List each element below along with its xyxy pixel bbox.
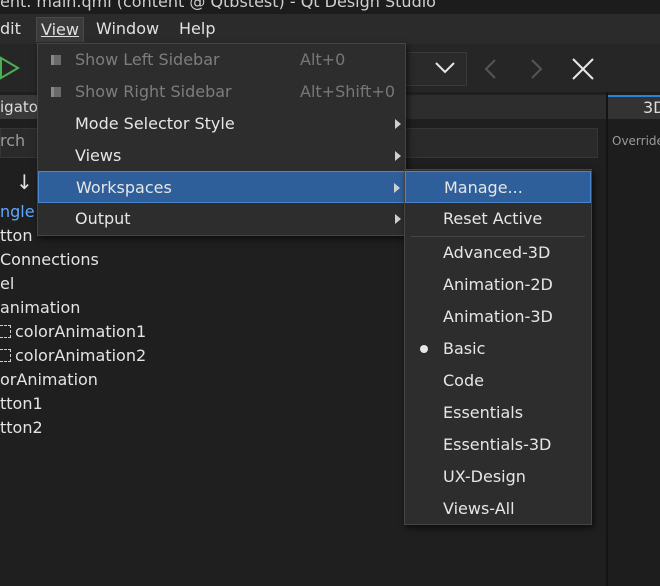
menu-item-label: Show Left Sidebar [75, 50, 220, 69]
tree-item-label: el [0, 274, 15, 293]
menu-item-label: Reset Active [443, 209, 543, 228]
menu-edit-label: dit [0, 19, 21, 38]
tree-item-label: Connections [0, 250, 99, 269]
submenu-arrow-icon [395, 119, 401, 129]
tree-item-label: tton [0, 226, 33, 245]
tree-item-label: animation [0, 298, 81, 317]
menu-item-output[interactable]: Output [38, 203, 405, 235]
menu-item-essentials[interactable]: Essentials [405, 397, 591, 429]
menu-item-advanced-3d[interactable]: Advanced-3D [405, 237, 591, 269]
checkbox-icon [51, 87, 61, 97]
forward-arrow-icon[interactable] [527, 58, 545, 80]
component-icon [0, 349, 11, 362]
menu-item-manage[interactable]: Manage... [405, 171, 591, 203]
menu-item-code[interactable]: Code [405, 365, 591, 397]
menu-item-label: Code [443, 371, 484, 390]
menu-bar: dit View Window Help [0, 14, 660, 44]
menu-help-label: Help [179, 19, 216, 38]
menu-item-label: Basic [443, 339, 486, 358]
menu-item-label: Views-All [443, 499, 515, 518]
menu-item-label: Animation-2D [443, 275, 553, 294]
workspaces-submenu: Manage... Reset Active Advanced-3D Anima… [404, 169, 592, 525]
checkbox-icon [51, 55, 61, 65]
tree-item-button[interactable]: tton [0, 224, 32, 248]
play-icon[interactable] [0, 56, 20, 80]
menu-window[interactable]: Window [92, 17, 163, 41]
sort-arrow-icon[interactable]: ↓ [16, 170, 33, 194]
menu-item-ux-design[interactable]: UX-Design [405, 461, 591, 493]
menu-item-essentials-3d[interactable]: Essentials-3D [405, 429, 591, 461]
tree-item-label: tton2 [0, 418, 43, 437]
menu-item-label: Essentials [443, 403, 524, 422]
menu-item-reset-active[interactable]: Reset Active [405, 203, 591, 235]
menu-item-label: Animation-3D [443, 307, 553, 326]
tree-item-label: colorAnimation2 [15, 346, 147, 365]
menu-item-label: Output [75, 209, 131, 228]
menu-item-label: Workspaces [76, 178, 172, 197]
chevron-down-icon[interactable] [433, 60, 457, 76]
menu-window-label: Window [96, 19, 160, 38]
menu-item-basic[interactable]: Basic [405, 333, 591, 365]
menu-item-workspaces[interactable]: Workspaces [38, 171, 405, 203]
menu-item-label: Advanced-3D [443, 243, 551, 262]
tab-navigator[interactable]: igator [0, 95, 40, 119]
menu-item-label: Essentials-3D [443, 435, 552, 454]
override-label: Override [612, 134, 660, 148]
menu-item-label: UX-Design [443, 467, 526, 486]
tree-item-button-1[interactable]: tton1 [0, 392, 43, 416]
menu-item-animation-2d[interactable]: Animation-2D [405, 269, 591, 301]
window-title: ent. main.qml (content @ Qtbstest) - Qt … [0, 0, 436, 11]
tree-item-label: colorAnimation1 [15, 322, 147, 341]
menu-item-views[interactable]: Views [38, 140, 405, 172]
window-title-bar: ent. main.qml (content @ Qtbstest) - Qt … [0, 0, 660, 14]
tree-item-label: orAnimation [0, 370, 98, 389]
menu-item-mode-selector-style[interactable]: Mode Selector Style [38, 108, 405, 140]
menu-item-label: Views [75, 146, 122, 165]
tree-item-button-2[interactable]: tton2 [0, 416, 43, 440]
submenu-arrow-icon [395, 151, 401, 161]
radio-selected-icon [420, 345, 428, 353]
back-arrow-icon[interactable] [482, 58, 500, 80]
tree-item-label[interactable]: el [0, 272, 14, 296]
menu-item-show-right-sidebar[interactable]: Show Right Sidebar Alt+Shift+0 [38, 76, 405, 108]
tree-item-animation[interactable]: animation [0, 296, 80, 320]
menu-view-label: View [41, 20, 79, 39]
submenu-arrow-icon [394, 183, 400, 193]
tree-item-label: tton1 [0, 394, 43, 413]
menu-help[interactable]: Help [175, 17, 219, 41]
tree-item-connections[interactable]: Connections [0, 248, 99, 272]
properties-panel [608, 92, 660, 586]
tab-3d[interactable]: 3D [608, 95, 660, 119]
tree-item-rectangle[interactable]: ngle [0, 200, 35, 224]
menu-item-shortcut: Alt+Shift+0 [300, 82, 396, 101]
menu-edit[interactable]: dit [0, 17, 25, 41]
menu-item-show-left-sidebar[interactable]: Show Left Sidebar Alt+0 [38, 44, 405, 76]
close-icon[interactable] [570, 56, 596, 82]
view-menu: Show Left Sidebar Alt+0 Show Right Sideb… [37, 43, 406, 236]
tree-item-color-animation-2[interactable]: colorAnimation2 [0, 344, 146, 368]
tab-3d-label: 3D [643, 98, 660, 117]
search-placeholder: rch [0, 131, 26, 150]
submenu-arrow-icon [395, 214, 401, 224]
tree-item-color-animation[interactable]: orAnimation [0, 368, 98, 392]
menu-item-shortcut: Alt+0 [300, 50, 346, 69]
menu-item-label: Mode Selector Style [75, 114, 235, 133]
tree-item-label: ngle [0, 202, 35, 221]
menu-item-animation-3d[interactable]: Animation-3D [405, 301, 591, 333]
menu-view[interactable]: View [36, 17, 84, 42]
tree-item-color-animation-1[interactable]: colorAnimation1 [0, 320, 146, 344]
menu-item-label: Show Right Sidebar [75, 82, 232, 101]
menu-item-views-all[interactable]: Views-All [405, 493, 591, 525]
menu-item-label: Manage... [444, 178, 523, 197]
component-icon [0, 325, 11, 338]
